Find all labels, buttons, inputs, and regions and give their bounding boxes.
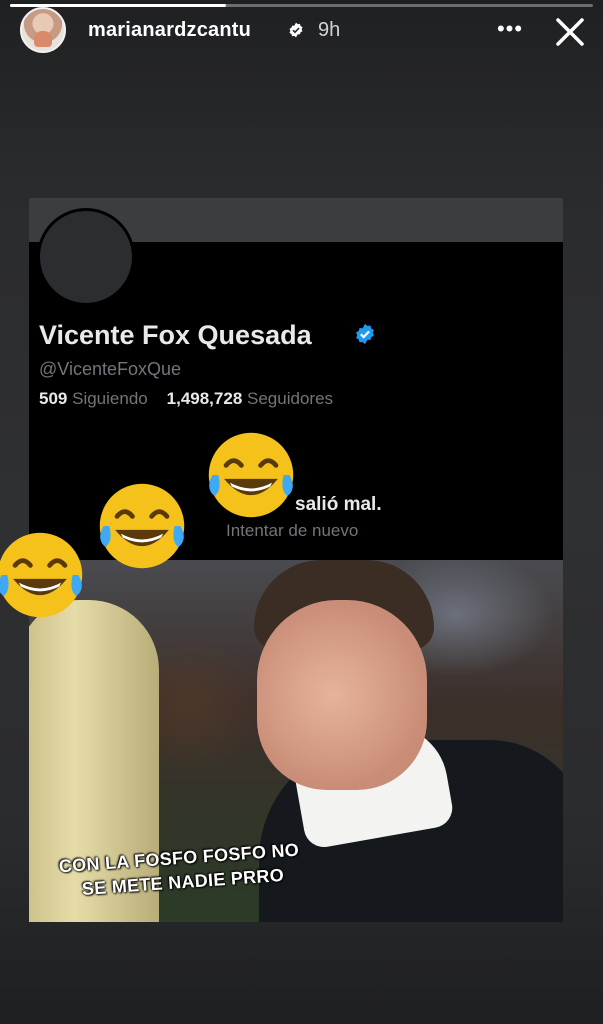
ellipsis-icon[interactable]: ••• [493, 18, 527, 42]
error-message: salió mal. [295, 494, 382, 515]
verified-badge-icon [356, 323, 374, 345]
post-time: 9h [318, 19, 341, 41]
profile-stats: 509 Siguiendo 1,498,728 Seguidores [39, 389, 333, 409]
laughing-emoji-icon[interactable] [94, 478, 190, 574]
profile-picture [37, 208, 135, 306]
retry-link: Intentar de nuevo [226, 521, 359, 540]
story-header: marianardzcantu 9h ••• [0, 0, 603, 64]
profile-handle: @VicenteFoxQue [39, 359, 182, 379]
followers-count: 1,498,728 [166, 389, 243, 408]
verified-badge-icon [289, 22, 303, 38]
avatar[interactable] [20, 7, 66, 53]
following-label: Siguiendo [72, 389, 148, 408]
profile-name: Vicente Fox Quesada [39, 320, 312, 350]
laughing-emoji-icon[interactable] [0, 527, 88, 623]
followers-label: Seguidores [247, 389, 334, 408]
close-icon[interactable] [550, 12, 590, 52]
meme-photo: CON LA FOSFO FOSFO NO SE METE NADIE PRRO [29, 560, 563, 922]
username[interactable]: marianardzcantu [88, 19, 251, 42]
laughing-emoji-icon[interactable] [203, 427, 299, 523]
face [257, 600, 427, 790]
following-count: 509 [39, 389, 68, 408]
